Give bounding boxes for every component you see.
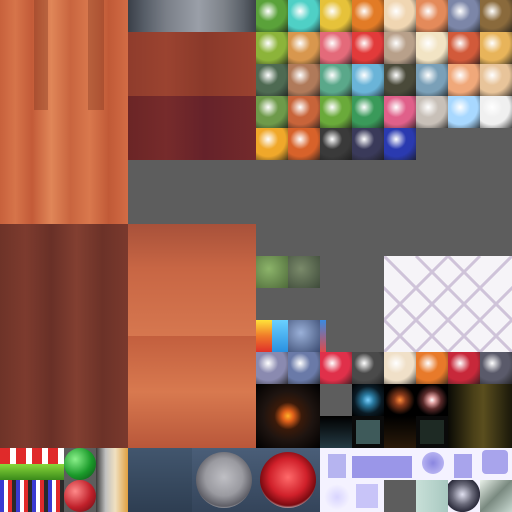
sphere-swatch: [256, 352, 288, 384]
grey-swatch: [320, 384, 352, 416]
sphere-swatch: [352, 352, 384, 384]
color-strip-swatch: [272, 320, 288, 352]
sphere-swatch: [320, 128, 352, 160]
wood-texture-light: [0, 0, 128, 224]
sphere-swatch: [384, 352, 416, 384]
striped-bar-texture: [0, 448, 64, 464]
lavender-block: [356, 484, 378, 508]
wood-plank-dark-texture: [128, 96, 256, 160]
dark-swatch: [420, 420, 444, 444]
gradient-strip: [96, 448, 128, 512]
wood-plank-texture: [128, 32, 256, 96]
sphere-swatch: [320, 32, 352, 64]
wood-grain-stripe: [34, 0, 48, 110]
sphere-swatch: [448, 64, 480, 96]
moss-swatch: [288, 256, 320, 288]
sphere-swatch: [384, 0, 416, 32]
color-strip-swatch: [256, 320, 272, 352]
wood-block-texture-2: [128, 336, 256, 448]
sphere-swatch: [256, 64, 288, 96]
lavender-dot-icon: [422, 452, 444, 474]
grey-round-button[interactable]: [196, 452, 252, 508]
sphere-swatch: [288, 96, 320, 128]
blue-grey-panel: [128, 448, 192, 512]
sphere-swatch: [448, 96, 480, 128]
sphere-swatch: [288, 352, 320, 384]
sphere-swatch: [384, 128, 416, 160]
sphere-swatch: [320, 0, 352, 32]
lattice-panel: [384, 256, 512, 352]
sphere-swatch: [480, 96, 512, 128]
sphere-swatch: [320, 64, 352, 96]
glow-ring-effect: [256, 384, 320, 448]
sphere-swatch: [352, 128, 384, 160]
light-beam-effect: [320, 416, 352, 448]
metal-strip-texture: [128, 0, 256, 32]
sphere-swatch: [416, 64, 448, 96]
sphere-row-4: [256, 96, 512, 128]
sphere-swatch: [256, 32, 288, 64]
lavender-block: [482, 450, 508, 474]
grey-swatch: [384, 480, 416, 512]
sphere-swatch: [288, 128, 320, 160]
sphere-swatch: [480, 352, 512, 384]
teal-swatch: [356, 420, 380, 444]
sphere-swatch: [352, 64, 384, 96]
pink-glow-effect: [416, 384, 448, 416]
sphere-swatch: [416, 352, 448, 384]
sphere-swatch: [448, 0, 480, 32]
sphere-swatch: [320, 352, 352, 384]
sphere-swatch: [384, 32, 416, 64]
texture-atlas: [0, 0, 512, 512]
sphere-swatch: [480, 0, 512, 32]
lavender-bar: [352, 456, 412, 478]
green-orb: [64, 448, 96, 480]
sphere-swatch: [416, 96, 448, 128]
sphere-swatch: [416, 32, 448, 64]
lattice-pattern: [384, 256, 512, 352]
sphere-row-6: [256, 352, 512, 384]
sphere-swatch: [416, 0, 448, 32]
sphere-swatch: [352, 96, 384, 128]
mint-swatch: [416, 480, 448, 512]
lavender-block: [328, 454, 346, 478]
lavender-block: [454, 454, 472, 478]
sphere-row-2: [256, 32, 512, 64]
sphere-swatch: [480, 64, 512, 96]
sphere-swatch: [256, 0, 288, 32]
orange-glow-effect: [384, 384, 416, 416]
moss-swatch: [256, 256, 288, 288]
olive-light-beam: [448, 384, 512, 448]
sphere-swatch: [352, 0, 384, 32]
sphere-swatch: [288, 64, 320, 96]
sphere-swatch: [448, 32, 480, 64]
sphere-row-5: [256, 128, 416, 160]
light-beam-effect: [384, 416, 416, 448]
sphere-swatch: [256, 128, 288, 160]
sphere-swatch: [480, 32, 512, 64]
sphere-swatch: [384, 64, 416, 96]
green-bar-texture: [0, 464, 64, 480]
wood-texture-dark: [0, 224, 128, 448]
wood-block-texture: [128, 224, 256, 336]
red-orb: [64, 480, 96, 512]
color-bars-texture: [0, 480, 64, 512]
sphere-row-1: [256, 0, 512, 32]
sphere-row-3: [256, 64, 512, 96]
sphere-swatch: [288, 32, 320, 64]
color-strip-swatch: [288, 320, 320, 352]
sphere-swatch: [384, 96, 416, 128]
sphere-swatch: [352, 32, 384, 64]
sphere-swatch: [320, 96, 352, 128]
sphere-swatch: [256, 96, 288, 128]
lavender-tree-icon: [324, 484, 350, 510]
sphere-swatch: [288, 0, 320, 32]
silver-orb: [448, 480, 480, 512]
cloud-swatch: [480, 480, 512, 512]
red-round-button[interactable]: [260, 452, 316, 508]
wood-grain-stripe: [88, 0, 104, 110]
color-strip-swatch: [320, 320, 326, 352]
cyan-glow-effect: [352, 384, 384, 416]
sphere-swatch: [448, 352, 480, 384]
